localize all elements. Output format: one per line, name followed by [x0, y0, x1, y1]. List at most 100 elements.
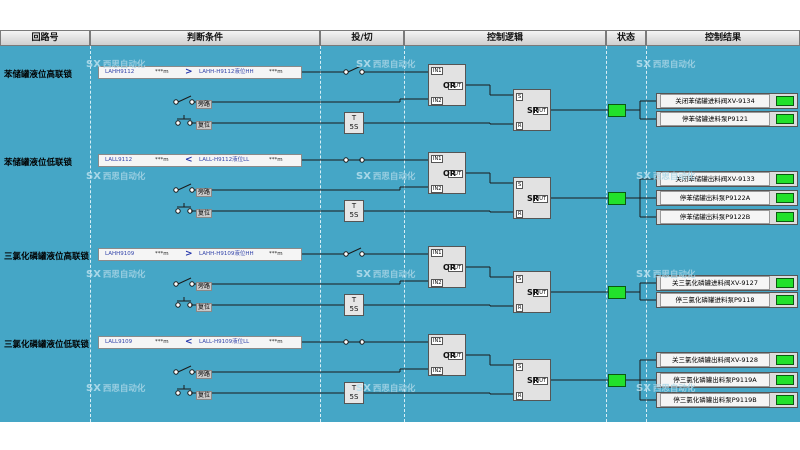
watermark-text: 西思自动化	[102, 172, 146, 182]
result-lamp	[776, 395, 794, 405]
bypass-label: 旁路	[196, 100, 213, 109]
result-lamp	[776, 212, 794, 222]
pin-s: S	[516, 275, 524, 283]
result-action[interactable]: 停苯储罐出料泵P9122B	[656, 209, 798, 225]
result-lamp	[776, 295, 794, 305]
watermark: SX 西思自动化	[356, 170, 415, 182]
enable-toggle-switch[interactable]	[343, 157, 365, 163]
tag-value: ***m	[155, 339, 169, 345]
reset-button[interactable]	[175, 297, 193, 308]
result-action[interactable]: 停三氯化磷罐出料泵P9119B	[656, 392, 798, 408]
reset-button[interactable]	[175, 385, 193, 396]
enable-toggle-switch[interactable]	[343, 339, 365, 345]
watermark-text: 西思自动化	[372, 60, 416, 70]
or-gate: IN1 IN2 OUT OR	[428, 246, 466, 288]
limit-label: LALL-H9112液位LL	[199, 157, 250, 163]
gate-label: SR	[527, 194, 539, 203]
bypass-contact[interactable]	[173, 95, 195, 105]
watermark: SX 西思自动化	[356, 382, 415, 394]
watermark: SX 西思自动化	[636, 170, 695, 182]
compare-operator: >	[185, 67, 193, 77]
status-indicator	[608, 192, 626, 205]
watermark-mark: SX	[86, 269, 101, 280]
limit-label: LAHH-H9109液位HH	[199, 251, 254, 257]
pin-r: R	[516, 392, 524, 400]
watermark: SX 西思自动化	[86, 382, 145, 394]
bypass-label: 旁路	[196, 282, 213, 291]
reset-button[interactable]	[175, 203, 193, 214]
bypass-label: 旁路	[196, 188, 213, 197]
level-comparator[interactable]: LALL9109 ***m < LALL-H9109液位LL ***m	[98, 336, 302, 349]
watermark-mark: SX	[86, 171, 101, 182]
result-action[interactable]: 停三氯化磷罐进料泵P9118	[656, 292, 798, 308]
result-label: 停三氯化磷罐进料泵P9118	[660, 293, 770, 307]
pin-r: R	[516, 122, 524, 130]
result-action[interactable]: 关闭苯储罐进料阀XV-9134	[656, 93, 798, 109]
gate-label: OR	[443, 169, 456, 178]
timer-value: 5S	[349, 123, 359, 131]
result-action[interactable]: 停苯储罐进料泵P9121	[656, 111, 798, 127]
watermark-text: 西思自动化	[372, 172, 416, 182]
or-gate: IN1 IN2 OUT OR	[428, 152, 466, 194]
limit-label: LAHH-H9112液位HH	[199, 69, 254, 75]
sr-latch: S R OUT SR	[513, 359, 551, 401]
level-comparator[interactable]: LALL9112 ***m < LALL-H9112液位LL ***m	[98, 154, 302, 167]
tag-value: ***m	[155, 69, 169, 75]
gate-label: SR	[527, 288, 539, 297]
bypass-contact[interactable]	[173, 277, 195, 287]
limit-value: ***m	[269, 339, 283, 345]
loop-title: 苯储罐液位低联锁	[4, 158, 73, 168]
bypass-contact[interactable]	[173, 365, 195, 375]
timer-type: T	[351, 202, 357, 210]
gate-label: OR	[443, 263, 456, 272]
result-label: 关三氯化磷罐出料阀XV-9128	[660, 353, 770, 367]
gate-label: SR	[527, 376, 539, 385]
limit-value: ***m	[269, 251, 283, 257]
watermark: SX 西思自动化	[636, 382, 695, 394]
reset-label: 复位	[196, 303, 213, 312]
watermark-text: 西思自动化	[652, 270, 696, 280]
watermark-mark: SX	[636, 269, 651, 280]
enable-toggle-switch[interactable]	[343, 247, 365, 257]
result-action[interactable]: 关三氯化磷罐出料阀XV-9128	[656, 352, 798, 368]
result-label: 关闭苯储罐进料阀XV-9134	[660, 94, 770, 108]
watermark-mark: SX	[636, 171, 651, 182]
level-comparator[interactable]: LAHH9109 ***m > LAHH-H9109液位HH ***m	[98, 248, 302, 261]
status-indicator	[608, 286, 626, 299]
pin-in2: IN2	[431, 185, 444, 193]
pin-in1: IN1	[431, 337, 444, 345]
tag-name: LALL9112	[105, 157, 133, 163]
watermark-text: 西思自动化	[372, 384, 416, 394]
reset-button[interactable]	[175, 115, 193, 126]
result-lamp	[776, 375, 794, 385]
delay-timer: T 5S	[344, 112, 364, 134]
timer-value: 5S	[349, 393, 359, 401]
watermark-text: 西思自动化	[102, 270, 146, 280]
timer-value: 5S	[349, 305, 359, 313]
timer-type: T	[351, 114, 357, 122]
pin-in1: IN1	[431, 155, 444, 163]
result-label: 停三氯化磷罐出料泵P9119B	[660, 393, 770, 407]
compare-operator: <	[185, 155, 193, 165]
or-gate: IN1 IN2 OUT OR	[428, 334, 466, 376]
watermark-mark: SX	[86, 59, 101, 70]
watermark-mark: SX	[636, 59, 651, 70]
compare-operator: <	[185, 337, 193, 347]
pin-s: S	[516, 363, 524, 371]
gate-label: SR	[527, 106, 539, 115]
result-lamp	[776, 355, 794, 365]
result-lamp	[776, 193, 794, 203]
pin-r: R	[516, 304, 524, 312]
watermark-mark: SX	[86, 383, 101, 394]
compare-operator: >	[185, 249, 193, 259]
result-action[interactable]: 停苯储罐出料泵P9122A	[656, 190, 798, 206]
tag-name: LALL9109	[105, 339, 133, 345]
bypass-contact[interactable]	[173, 183, 195, 193]
watermark: SX 西思自动化	[636, 58, 695, 70]
result-label: 停苯储罐出料泵P9122A	[660, 191, 770, 205]
status-indicator	[608, 374, 626, 387]
timer-value: 5S	[349, 211, 359, 219]
sr-latch: S R OUT SR	[513, 89, 551, 131]
status-indicator	[608, 104, 626, 117]
gate-label: OR	[443, 81, 456, 90]
